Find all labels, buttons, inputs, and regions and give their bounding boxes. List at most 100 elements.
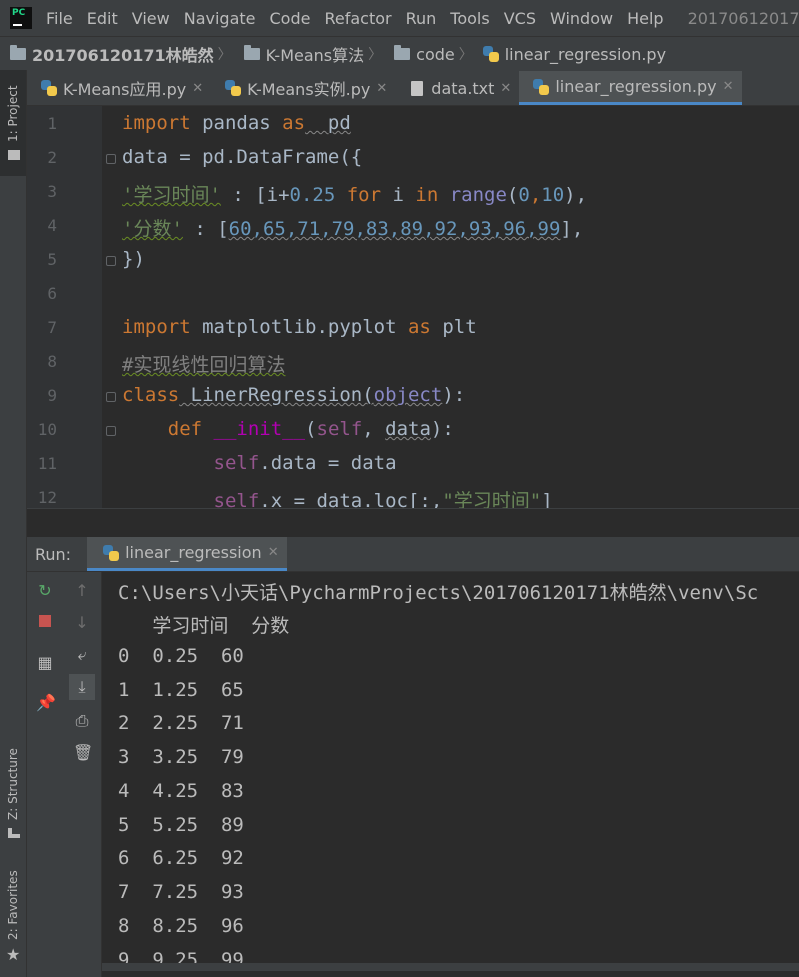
code-token: 60,65,71,79,83,89,92,93,96,99 (228, 218, 561, 240)
code-token: self (213, 490, 260, 508)
breadcrumb-file[interactable]: linear_regression.py (505, 45, 666, 64)
tab-linear-regression[interactable]: linear_regression.py ✕ (519, 71, 742, 105)
code-token: class (122, 384, 180, 406)
panel-splitter[interactable] (27, 508, 799, 538)
line-number: 9 (47, 386, 57, 405)
code-token: object (373, 384, 443, 406)
menu-code[interactable]: Code (270, 9, 311, 28)
editor-tabs: K-Means应用.py ✕ K-Means实例.py ✕ data.txt ✕… (27, 71, 799, 106)
tab-label: K-Means应用.py (63, 80, 187, 99)
console-data-row: 3 3.25 79 (118, 746, 244, 768)
menu-window[interactable]: Window (550, 9, 613, 28)
breadcrumb-folder-kmeans[interactable]: K-Means算法 (266, 42, 365, 66)
code-token: def (167, 418, 214, 440)
code-token: 0 (518, 184, 530, 206)
tool-window-project-label: 1: Project (6, 85, 20, 142)
pycharm-logo-icon: PC (10, 7, 32, 29)
fold-marker-icon[interactable] (106, 154, 116, 164)
folder-icon (8, 150, 20, 160)
breadcrumb: 201706120171林皓然 〉 K-Means算法 〉 code 〉 lin… (0, 36, 799, 71)
code-token: "学习时间" (442, 490, 542, 508)
soft-wrap-icon[interactable]: ⤶ (73, 646, 91, 664)
code-line: import pandas as pd (122, 112, 351, 134)
stop-icon[interactable] (36, 612, 54, 630)
close-icon[interactable]: ✕ (500, 81, 511, 96)
code-line: import matplotlib.pyplot as plt (122, 316, 477, 338)
menu-help[interactable]: Help (627, 9, 663, 28)
tab-data-txt[interactable]: data.txt ✕ (395, 71, 519, 105)
folder-icon (394, 45, 411, 60)
python-file-icon (533, 78, 550, 95)
up-arrow-icon[interactable]: ↑ (73, 582, 91, 600)
line-number: 6 (47, 284, 57, 303)
menu-run[interactable]: Run (406, 9, 437, 28)
menu-file[interactable]: File (46, 9, 73, 28)
code-token: self (213, 452, 260, 474)
line-number-gutter: 1 2 3 4 5 6 7 8 9 10 11 12 (27, 106, 102, 508)
code-token: : [i+ (220, 184, 290, 206)
code-token: i (392, 184, 404, 206)
code-token: ] (541, 490, 553, 508)
run-tab[interactable]: linear_regression ✕ (87, 537, 287, 571)
menu-view[interactable]: View (132, 9, 170, 28)
code-token: ], (560, 218, 584, 240)
close-icon[interactable]: ✕ (723, 79, 734, 94)
python-file-icon (225, 80, 242, 96)
code-token: }) (122, 248, 145, 270)
pin-icon[interactable]: 📌 (36, 694, 56, 712)
fold-marker-icon[interactable] (106, 256, 116, 266)
breadcrumb-folder-code[interactable]: code (416, 45, 455, 64)
code-token: .data = data (259, 452, 397, 474)
print-icon[interactable]: ⎙ (73, 712, 91, 730)
folder-icon (243, 45, 260, 60)
close-icon[interactable]: ✕ (268, 545, 279, 560)
tab-kmeans-app[interactable]: K-Means应用.py ✕ (27, 71, 211, 105)
breadcrumb-separator: 〉 (368, 47, 383, 63)
menu-edit[interactable]: Edit (87, 9, 118, 28)
code-token: , (529, 184, 542, 206)
code-line: class LinerRegression(object): (122, 384, 465, 406)
code-line: }) (122, 248, 145, 270)
close-icon[interactable]: ✕ (192, 81, 203, 96)
code-token: as (407, 316, 431, 338)
fold-marker-icon[interactable] (106, 392, 116, 402)
console-output[interactable]: C:\Users\小天话\PycharmProjects\20170612017… (102, 572, 799, 977)
breadcrumb-separator: 〉 (458, 47, 473, 63)
close-icon[interactable]: ✕ (376, 81, 387, 96)
trash-icon[interactable]: 🗑 (73, 744, 93, 762)
horizontal-scrollbar[interactable] (102, 963, 799, 971)
tool-window-favorites-label: 2: Favorites (6, 870, 20, 940)
code-token: plt (430, 316, 477, 338)
code-token: LinerRegression( (179, 384, 374, 406)
console-data-row: 8 8.25 96 (118, 915, 244, 937)
tool-window-project[interactable]: 1: Project (0, 70, 26, 176)
code-token: '学习时间' (122, 184, 221, 206)
menu-refactor[interactable]: Refactor (324, 9, 391, 28)
console-data-row: 2 2.25 71 (118, 712, 244, 734)
code-line: '分数' : [60,65,71,79,83,89,92,93,96,99], (122, 214, 583, 241)
menu-navigate[interactable]: Navigate (184, 9, 256, 28)
run-label: Run: (35, 544, 72, 564)
tab-label: linear_regression.py (555, 77, 717, 96)
breadcrumb-project[interactable]: 201706120171林皓然 (32, 42, 214, 66)
tool-window-structure[interactable]: Z: Structure (0, 740, 26, 850)
line-number: 4 (47, 216, 57, 235)
rerun-icon[interactable]: ↻ (36, 582, 54, 600)
console-command-line: C:\Users\小天话\PycharmProjects\20170612017… (118, 582, 759, 604)
code-token: pandas (190, 112, 283, 134)
tool-window-favorites[interactable]: 2: Favorites ★ (0, 865, 26, 977)
menu-tools[interactable]: Tools (450, 9, 489, 28)
code-token: data = pd.DataFrame({ (122, 146, 363, 168)
code-token: range (449, 184, 507, 206)
line-number: 3 (47, 182, 57, 201)
down-arrow-icon[interactable]: ↓ (73, 614, 91, 632)
code-token: ): (430, 418, 454, 440)
code-token: '分数' (122, 218, 183, 240)
layout-icon[interactable]: ▦ (36, 654, 54, 672)
scroll-to-end-icon[interactable]: ⤓ (69, 674, 95, 700)
run-tab-label: linear_regression (125, 543, 262, 562)
menu-vcs[interactable]: VCS (504, 9, 536, 28)
tab-kmeans-example[interactable]: K-Means实例.py ✕ (211, 71, 395, 105)
fold-marker-icon[interactable] (106, 426, 116, 436)
code-editor[interactable]: 1 2 3 4 5 6 7 8 9 10 11 12 import pandas… (27, 106, 799, 508)
